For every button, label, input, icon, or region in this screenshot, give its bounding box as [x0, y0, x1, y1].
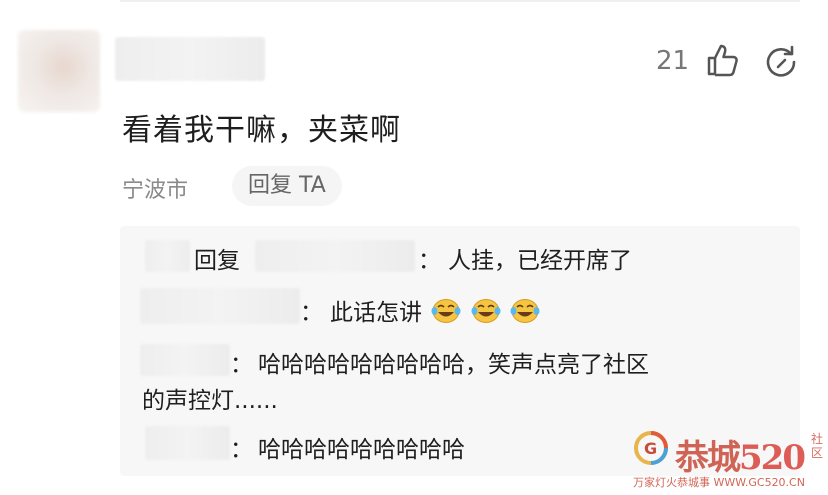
reply-item: 此话怎讲 — [330, 293, 540, 327]
thumbs-up-icon[interactable] — [705, 42, 741, 78]
reply-text: 人挂，已经开席了 — [448, 248, 632, 274]
like-count: 21 — [656, 46, 690, 76]
blurred-username[interactable] — [140, 344, 230, 376]
reply-text: 哈哈哈哈哈哈哈哈哈，笑声点亮了社区 — [258, 352, 649, 378]
top-divider — [120, 0, 800, 2]
watermark-title: 恭城520 — [675, 430, 806, 479]
reply-text: 此话怎讲 — [330, 300, 422, 326]
site-logo-icon: G — [634, 431, 668, 465]
reply-text-continued: 的声控灯...... — [142, 388, 278, 414]
blurred-username[interactable] — [140, 288, 300, 324]
reply-colon: ： — [418, 248, 441, 274]
reply-button[interactable]: 回复 TA — [232, 166, 342, 206]
laugh-cry-emoji-icon — [431, 299, 461, 323]
svg-text:G: G — [644, 439, 657, 458]
blurred-username[interactable] — [115, 37, 265, 81]
reply-text: 哈哈哈哈哈哈哈哈哈 — [258, 437, 465, 463]
watermark-subtitle: 万家灯火恭城事 WWW.GC520.CN — [633, 476, 805, 489]
watermark-number: 520 — [739, 438, 806, 478]
reply-colon: ： — [300, 300, 323, 326]
location-label: 宁波市 — [122, 178, 189, 203]
laugh-cry-emoji-icon — [471, 299, 501, 323]
blurred-username[interactable] — [145, 240, 190, 272]
site-watermark: G 恭城520 社区 万家灯火恭城事 WWW.GC520.CN — [633, 430, 828, 495]
watermark-side: 社区 — [811, 432, 824, 460]
avatar[interactable] — [18, 30, 100, 112]
watermark-main: 恭城 — [675, 438, 741, 478]
blurred-username[interactable] — [255, 240, 415, 272]
reply-colon: ： — [230, 437, 253, 463]
comment-text: 看着我干嘛，夹菜啊 — [122, 113, 401, 148]
blurred-username[interactable] — [145, 426, 230, 460]
reply-colon: ： — [230, 352, 253, 378]
reply-word: 回复 — [194, 248, 240, 274]
laugh-cry-emoji-icon — [510, 299, 540, 323]
share-icon[interactable] — [764, 45, 798, 79]
